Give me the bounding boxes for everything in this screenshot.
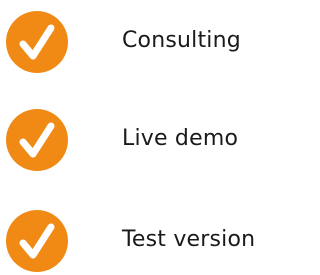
checkmark-circle-icon [5,209,69,273]
checkmark-circle-icon [5,108,69,172]
feature-list: Consulting Live demo Test version [0,0,283,275]
feature-item-live-demo: Live demo [0,108,283,172]
feature-label: Test version [122,227,256,252]
feature-label: Consulting [122,28,241,53]
feature-item-consulting: Consulting [0,10,283,74]
feature-label: Live demo [122,126,239,151]
checkmark-circle-icon [5,10,69,74]
feature-item-test-version: Test version [0,209,283,273]
